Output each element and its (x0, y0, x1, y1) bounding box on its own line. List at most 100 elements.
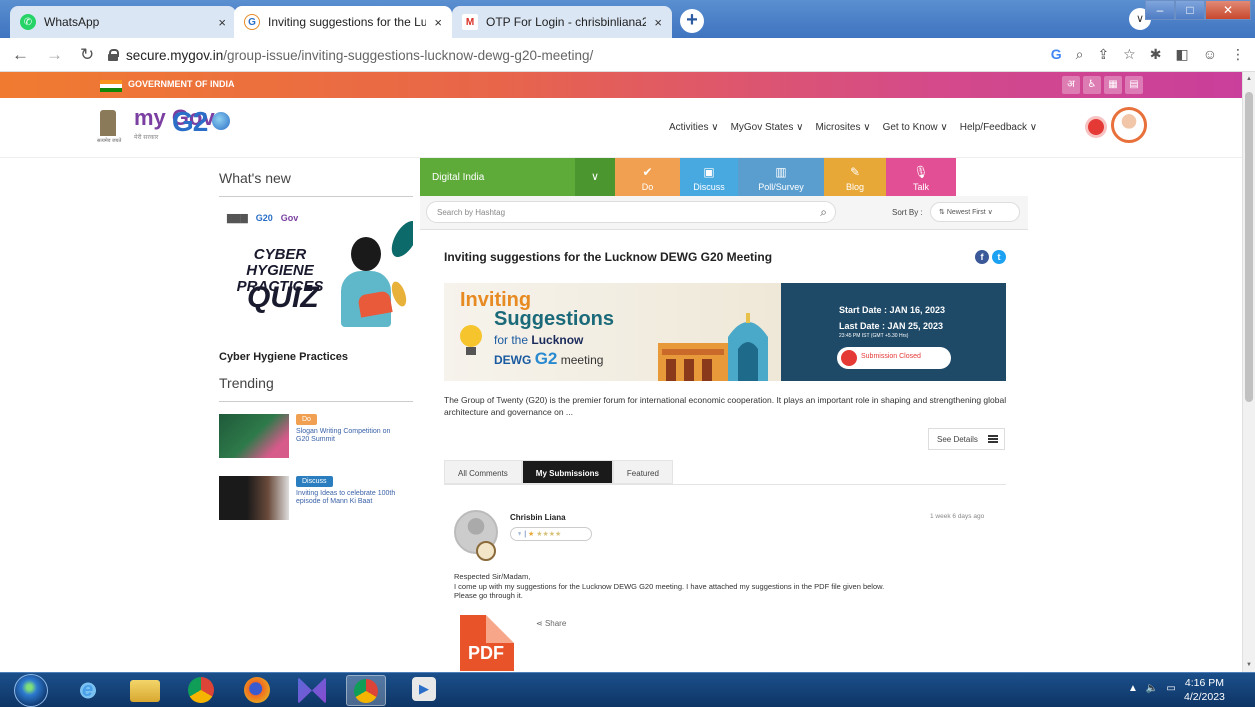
url-host: secure.mygov.in (126, 47, 224, 63)
pdf-attachment-icon[interactable]: PDF (460, 615, 514, 671)
screen-reader-icon[interactable]: ▤ (1125, 76, 1143, 94)
close-tab-icon[interactable]: × (434, 15, 442, 30)
tab-all-comments[interactable]: All Comments (444, 460, 522, 484)
close-tab-icon[interactable]: × (218, 15, 226, 30)
zoom-icon[interactable]: ⌕ (1076, 46, 1084, 63)
back-icon[interactable]: ← (12, 45, 29, 65)
badge-discuss: Discuss (296, 476, 333, 487)
share-button[interactable]: ⋖ Share (536, 619, 566, 628)
close-tab-icon[interactable]: × (654, 15, 662, 30)
scroll-up-icon[interactable]: ▲ (1243, 72, 1255, 86)
chrome-active-icon[interactable] (346, 675, 386, 706)
chrome-icon[interactable] (188, 677, 214, 703)
trending-item[interactable]: Do Slogan Writing Competition on G20 Sum… (219, 414, 413, 464)
extensions-icon[interactable]: ✱ (1150, 46, 1162, 63)
banner-for-the: for the Lucknow (494, 333, 583, 347)
bookmark-star-icon[interactable]: ☆ (1123, 46, 1136, 63)
tab-my-submissions[interactable]: My Submissions (521, 460, 613, 484)
scroll-thumb[interactable] (1245, 92, 1253, 402)
page-scrollbar[interactable]: ▲ ▼ (1242, 72, 1255, 672)
taskbar-clock[interactable]: 4:16 PM 4/2/2023 (1184, 676, 1225, 704)
ie-icon[interactable]: e (74, 677, 102, 704)
see-details-button[interactable]: See Details (928, 428, 1005, 450)
media-player-icon[interactable]: ▶ (412, 677, 436, 701)
share-icon[interactable]: ⇪ (1097, 46, 1109, 63)
nav-mygov-states[interactable]: MyGov States ∨ (731, 122, 804, 133)
tab-discuss[interactable]: ▣ Discuss (680, 158, 738, 196)
file-explorer-icon[interactable] (130, 680, 160, 702)
category-dropdown[interactable]: Digital India ∨ (420, 158, 615, 196)
tab-featured[interactable]: Featured (612, 460, 673, 484)
divider (219, 401, 413, 402)
nav-activities[interactable]: Activities ∨ (669, 122, 719, 133)
promo-caption[interactable]: Cyber Hygiene Practices (219, 351, 413, 363)
tab-label: Poll/Survey (758, 182, 804, 192)
tab-label: Do (641, 182, 654, 192)
network-icon[interactable]: ▭ (1166, 683, 1175, 694)
search-icon[interactable]: ⌕ (820, 205, 827, 220)
comment-text: Respected Sir/Madam, I come up with my s… (454, 572, 1014, 601)
tab-do[interactable]: ✔ Do (615, 158, 680, 196)
sitemap-icon[interactable]: ▦ (1104, 76, 1122, 94)
tab-mygov[interactable]: G Inviting suggestions for the Luck × (234, 6, 452, 38)
mic-icon: 🎙 (913, 165, 929, 179)
start-button[interactable] (14, 674, 48, 707)
volume-icon[interactable]: 🔈 (1146, 683, 1158, 694)
hamburger-icon (988, 435, 998, 443)
trending-item[interactable]: Discuss Inviting Ideas to celebrate 100t… (219, 476, 413, 526)
chevron-down-icon: ∨ (987, 209, 993, 216)
menu-icon[interactable]: ⋮ (1231, 46, 1245, 63)
profile-icon[interactable]: ☺ (1203, 46, 1217, 63)
window-controls: – □ ✕ (1145, 0, 1251, 20)
chevron-down-icon[interactable]: ∨ (575, 158, 615, 196)
google-icon[interactable]: G (1051, 46, 1062, 63)
gov-bar: GOVERNMENT OF INDIA अ ♿ ▦ ▤ (0, 72, 1242, 98)
media-app-icon[interactable] (298, 677, 326, 704)
cyber-hygiene-promo[interactable]: ▇▇▇ G20 Gov CYBER HYGIENE PRACTICES QUIZ (219, 209, 413, 339)
nav-microsites[interactable]: Microsites ∨ (815, 122, 870, 133)
nav-help-feedback[interactable]: Help/Feedback ∨ (960, 122, 1037, 133)
start-date: Start Date : JAN 16, 2023 (839, 305, 946, 315)
language-icon[interactable]: अ (1062, 76, 1080, 94)
trending-thumbnail (219, 414, 289, 458)
whats-new-heading: What's new (219, 170, 291, 186)
facebook-icon[interactable]: f (975, 250, 989, 264)
minimize-button[interactable]: – (1145, 0, 1175, 20)
promo-g20-logo: G20 (255, 213, 273, 223)
twitter-icon[interactable]: t (992, 250, 1006, 264)
trending-heading: Trending (219, 375, 274, 391)
hashtag-search-input[interactable]: Search by Hashtag ⌕ (426, 201, 836, 223)
show-hidden-icons[interactable]: ▲ (1128, 683, 1138, 694)
tab-blog[interactable]: ✎ Blog (824, 158, 886, 196)
see-details-label: See Details (937, 435, 978, 444)
accessibility-icon[interactable]: ♿ (1083, 76, 1101, 94)
reload-icon[interactable]: ↻ (80, 45, 94, 65)
share-label: Share (544, 619, 567, 628)
user-avatar[interactable] (1111, 107, 1147, 143)
lock-icon (108, 49, 119, 61)
illustration-head (351, 237, 381, 271)
nav-get-to-know[interactable]: Get to Know ∨ (883, 122, 948, 133)
forward-icon[interactable]: → (46, 45, 63, 65)
tab-whatsapp[interactable]: ✆ WhatsApp × (10, 6, 236, 38)
new-tab-button[interactable]: + (680, 9, 704, 33)
close-window-button[interactable]: ✕ (1205, 0, 1251, 20)
url-field[interactable]: secure.mygov.in /group-issue/inviting-su… (108, 43, 1008, 67)
comment-line1: Respected Sir/Madam, (454, 572, 531, 581)
sidepanel-icon[interactable]: ◧ (1175, 46, 1188, 63)
tab-poll-survey[interactable]: ▥ Poll/Survey (738, 158, 824, 196)
sort-value: Newest First (946, 209, 986, 216)
firefox-icon[interactable] (244, 677, 270, 703)
commenter-name[interactable]: Chrisbin Liana (510, 513, 566, 522)
comment-time: 1 week 6 days ago (930, 513, 985, 520)
banner-meeting: meeting (560, 353, 604, 367)
maximize-button[interactable]: □ (1175, 0, 1205, 20)
banner-g20: G2 (534, 349, 558, 368)
tab-talk[interactable]: 🎙 Talk (886, 158, 956, 196)
banner-dewg: DEWG G2 meeting (494, 349, 603, 369)
g20-logo[interactable]: G2 (172, 106, 208, 138)
scroll-down-icon[interactable]: ▼ (1243, 658, 1255, 672)
tab-gmail[interactable]: M OTP For Login - chrisbinliana200 × (452, 6, 672, 38)
theme-sun-icon[interactable] (1088, 119, 1104, 135)
sort-select[interactable]: ⇅ Newest First ∨ (930, 202, 1020, 222)
